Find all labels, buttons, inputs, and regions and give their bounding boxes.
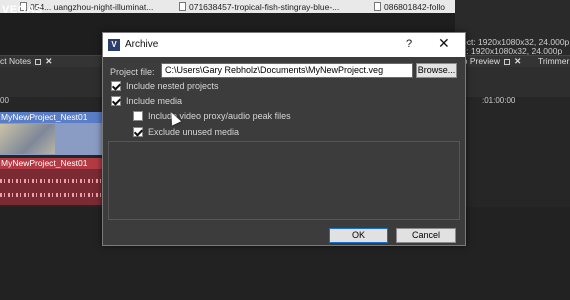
ok-button[interactable]: OK xyxy=(329,228,388,243)
file-icon xyxy=(374,2,381,11)
archive-dialog: V Archive ? ✕ Project file: C:\Users\Gar… xyxy=(102,32,466,246)
dialog-title: Archive xyxy=(125,39,159,50)
audio-clip[interactable] xyxy=(0,169,103,205)
checkbox[interactable] xyxy=(133,111,143,121)
checkbox-label: Include nested projects xyxy=(126,81,219,91)
project-file-input[interactable]: C:\Users\Gary Rebholz\Documents\MyNewPro… xyxy=(161,63,413,78)
media-tab-label: 071638457-tropical-fish-stingray-blue-..… xyxy=(189,1,340,12)
window-icon[interactable] xyxy=(35,58,42,65)
tab-project-notes[interactable]: ct Notes ✕ xyxy=(0,56,52,67)
media-tab[interactable]: 086801842-follo xyxy=(370,0,455,13)
audio-clip-header[interactable]: MyNewProject_Nest01 xyxy=(0,158,103,169)
checkbox[interactable] xyxy=(111,96,121,106)
media-tab-label: 054... uangzhou-night-illuminat... xyxy=(30,1,154,12)
checkbox[interactable] xyxy=(133,127,143,137)
media-tab-label: 086801842-follo xyxy=(384,1,445,12)
video-clip-header[interactable]: MyNewProject_Nest01 xyxy=(0,112,103,123)
window-icon[interactable] xyxy=(504,58,511,65)
browse-button[interactable]: Browse... xyxy=(416,63,457,78)
media-tab[interactable]: 071638457-tropical-fish-stingray-blue-..… xyxy=(175,0,370,13)
help-button[interactable]: ? xyxy=(406,38,412,50)
option-exclude-unused-media[interactable]: Exclude unused media xyxy=(133,127,239,137)
tab-label: ct Notes xyxy=(0,56,32,66)
cancel-button[interactable]: Cancel xyxy=(396,228,456,243)
timecode-marker: :01:00:00 xyxy=(482,96,516,105)
file-icon xyxy=(179,2,186,11)
option-include-media[interactable]: Include media xyxy=(111,96,182,106)
checkbox-label: Include media xyxy=(126,96,183,106)
audio-waveform xyxy=(0,193,103,197)
tab-trimmer[interactable]: Trimmer xyxy=(538,56,569,66)
app-logo: VEGAS xyxy=(2,4,44,16)
video-thumbnail xyxy=(0,124,55,154)
dialog-titlebar[interactable]: V Archive ? ✕ xyxy=(103,33,465,57)
option-include-nested-projects[interactable]: Include nested projects xyxy=(111,81,219,91)
option-include-proxy-files[interactable]: Include video proxy/audio peak files xyxy=(133,111,291,121)
close-icon[interactable]: ✕ xyxy=(45,56,52,67)
checkbox[interactable] xyxy=(111,81,121,91)
audio-waveform xyxy=(0,179,103,183)
checkbox-label: Exclude unused media xyxy=(148,127,240,137)
timecode-marker: 00 xyxy=(0,96,9,105)
dialog-content-pane xyxy=(108,141,460,220)
vegas-app-icon: V xyxy=(108,39,120,51)
close-button[interactable]: ✕ xyxy=(438,36,450,50)
project-file-label: Project file: xyxy=(110,67,155,77)
close-icon[interactable]: ✕ xyxy=(514,56,521,67)
media-tab-strip: 054... uangzhou-night-illuminat... 07163… xyxy=(0,0,455,13)
tab-video-preview[interactable]: eo Preview ✕ xyxy=(458,56,521,67)
